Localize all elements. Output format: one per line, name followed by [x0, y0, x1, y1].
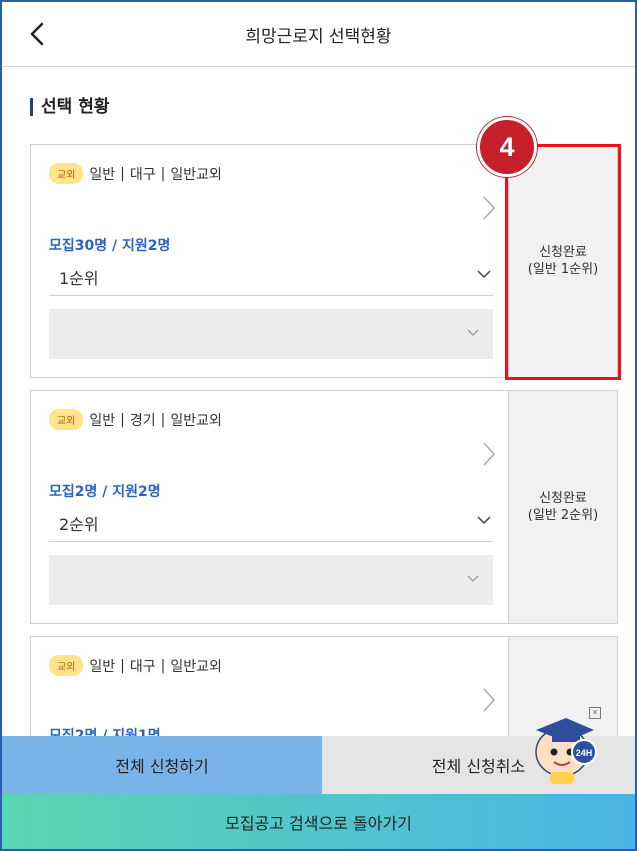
status-label: 신청완료 (일반 2순위) [508, 391, 617, 623]
secondary-select[interactable] [49, 309, 493, 359]
region-badge: 교외 [49, 163, 84, 184]
divider: | [120, 411, 125, 428]
page-title: 희망근로지 선택현황 [245, 27, 392, 47]
chevron-right-icon[interactable] [481, 195, 497, 221]
chevron-down-icon [467, 329, 479, 336]
chevron-down-icon [467, 575, 479, 582]
application-card: 교외 일반 | 경기 | 일반교외 모집2명 / 지원2명 2순위 신청완료 (… [30, 390, 618, 624]
divider: | [160, 165, 166, 182]
job-type: 일반 [89, 658, 116, 675]
job-category: 일반교외 [170, 166, 222, 183]
job-category: 일반교외 [170, 658, 222, 675]
header: 희망근로지 선택현황 [2, 2, 635, 67]
card-tags: 교외 일반 | 대구 | 일반교외 [49, 163, 222, 184]
recruit-count: 모집2명 / 지원2명 [49, 484, 161, 500]
card-tags: 교외 일반 | 대구 | 일반교외 [49, 655, 222, 676]
card-tags: 교외 일반 | 경기 | 일반교외 [49, 409, 222, 430]
divider: | [160, 657, 166, 674]
region-badge: 교외 [49, 409, 84, 430]
chevron-right-icon[interactable] [481, 441, 497, 467]
divider: | [160, 411, 166, 428]
chatbot-badge-text: 24H [576, 748, 593, 758]
apply-all-button[interactable]: 전체 신청하기 [2, 736, 322, 794]
rank-value: 1순위 [59, 269, 99, 288]
back-to-search-button[interactable]: 모집공고 검색으로 돌아가기 [2, 794, 635, 849]
rank-select[interactable]: 1순위 [49, 257, 493, 296]
rank-value: 2순위 [59, 515, 99, 534]
job-region: 대구 [129, 658, 156, 675]
job-category: 일반교외 [170, 412, 222, 429]
job-region: 경기 [129, 412, 156, 429]
job-region: 대구 [129, 166, 156, 183]
job-type: 일반 [89, 166, 116, 183]
job-type: 일반 [89, 412, 116, 429]
chatbot-mascot-icon[interactable]: 24H [522, 704, 606, 788]
recruit-count: 모집30명 / 지원2명 [49, 238, 171, 254]
chevron-down-icon [477, 516, 491, 525]
region-badge: 교외 [49, 655, 84, 676]
chevron-right-icon[interactable] [481, 687, 497, 713]
chevron-down-icon [477, 270, 491, 279]
divider: | [120, 657, 125, 674]
rank-select[interactable]: 2순위 [49, 503, 493, 542]
section-title: 선택 현황 [30, 98, 109, 116]
secondary-select[interactable] [49, 555, 493, 605]
app-frame: 희망근로지 선택현황 선택 현황 교외 일반 | 대구 | 일반교외 모집30명… [0, 0, 637, 851]
highlight-box [505, 144, 621, 380]
divider: | [120, 165, 125, 182]
step-number-badge: 4 [477, 117, 537, 177]
